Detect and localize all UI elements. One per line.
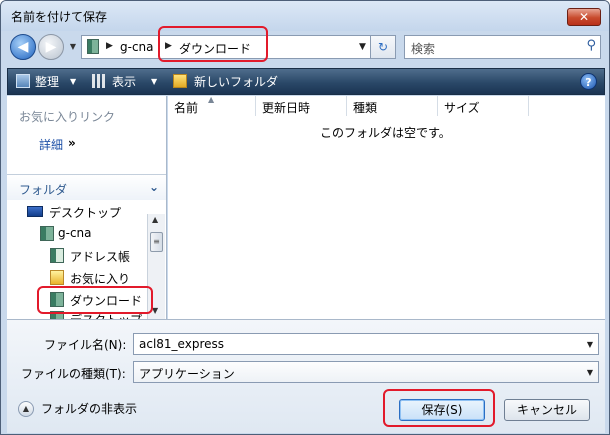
save-button[interactable]: 保存(S) xyxy=(399,399,485,421)
navigation-pane: お気に入りリンク 詳細 » フォルダ ⌄ デスクトップ g-cna アドレス帳 … xyxy=(7,96,167,319)
refresh-button[interactable]: ↻ xyxy=(370,35,396,59)
filename-label: ファイル名(N): xyxy=(44,338,127,352)
save-options-panel: ファイル名(N): acl81_express ▼ ファイルの種類(T): アプ… xyxy=(7,319,605,433)
new-folder-button[interactable]: 新しいフォルダ xyxy=(194,73,278,90)
tree-item-label: アドレス帳 xyxy=(70,250,131,264)
back-button[interactable]: ◀ xyxy=(10,34,36,60)
tree-item-downloads[interactable]: ダウンロード xyxy=(7,290,147,310)
folder-icon xyxy=(87,39,99,54)
column-header-date-modified[interactable]: 更新日時 xyxy=(256,96,347,116)
scroll-thumb[interactable]: ≡ xyxy=(150,232,163,252)
collapse-up-icon[interactable]: ▲ xyxy=(18,401,34,417)
downloads-folder-icon xyxy=(50,292,64,307)
desktop-folder-icon xyxy=(50,311,64,319)
column-header-type[interactable]: 種類 xyxy=(347,96,438,116)
tree-item-favorites[interactable]: お気に入り xyxy=(7,268,147,288)
breadcrumb-root[interactable]: g-cna xyxy=(120,40,154,54)
address-bar[interactable]: ▶ g-cna ▶ ダウンロード ▼ xyxy=(81,35,396,59)
column-label: 種類 xyxy=(353,101,378,115)
chevron-down-icon[interactable]: ▼ xyxy=(151,77,157,86)
filetype-select[interactable]: アプリケーション ▼ xyxy=(133,361,599,383)
chevron-down-icon: ▼ xyxy=(69,42,77,51)
filename-value: acl81_express xyxy=(139,337,225,351)
folders-header[interactable]: フォルダ ⌄ xyxy=(7,174,166,200)
chevron-down-icon[interactable]: ⌄ xyxy=(149,180,159,194)
views-menu[interactable]: 表示 xyxy=(112,73,136,90)
folder-icon xyxy=(40,226,54,241)
filename-input[interactable]: acl81_express ▼ xyxy=(133,333,599,355)
search-icon[interactable]: ⚲ xyxy=(586,38,596,53)
arrow-left-icon: ◀ xyxy=(17,39,29,55)
chevron-down-icon[interactable]: ▼ xyxy=(70,77,76,86)
column-header-size[interactable]: サイズ xyxy=(438,96,529,116)
favorite-links-heading: お気に入りリンク xyxy=(19,110,116,124)
recent-pages-dropdown[interactable]: ▼ xyxy=(67,39,79,55)
column-label: 名前 xyxy=(174,101,199,115)
organize-icon xyxy=(16,74,30,88)
sort-ascending-icon: ▲ xyxy=(208,95,215,104)
tree-scrollbar[interactable]: ▲ ≡ ▼ xyxy=(147,214,165,319)
refresh-icon: ↻ xyxy=(377,40,389,54)
chevron-down-icon[interactable]: ▼ xyxy=(587,340,593,349)
column-header-name[interactable]: 名前 ▲ xyxy=(168,95,256,116)
close-button[interactable]: ✕ xyxy=(567,8,601,26)
favorites-folder-icon xyxy=(50,270,64,285)
details-link[interactable]: 詳細 xyxy=(39,136,63,153)
chevron-down-icon[interactable]: ▼ xyxy=(587,368,593,377)
scroll-up-icon[interactable]: ▲ xyxy=(152,215,158,224)
column-label: サイズ xyxy=(444,101,480,115)
cancel-button[interactable]: キャンセル xyxy=(504,399,590,421)
forward-button[interactable]: ▶ xyxy=(38,34,64,60)
contacts-icon xyxy=(50,248,64,263)
tree-item-desktop-folder[interactable]: デスクトップ xyxy=(7,309,147,319)
scroll-down-icon[interactable]: ▼ xyxy=(152,306,158,315)
search-box[interactable]: 検索 ⚲ xyxy=(404,35,601,59)
command-toolbar: 整理 ▼ 表示 ▼ 新しいフォルダ ? xyxy=(7,68,605,95)
views-icon xyxy=(92,74,106,88)
dialog-title: 名前を付けて保存 xyxy=(11,10,108,24)
filetype-label: ファイルの種類(T): xyxy=(21,367,126,381)
title-bar: 名前を付けて保存 ✕ xyxy=(1,1,609,31)
breadcrumb-arrow-icon[interactable]: ▶ xyxy=(165,41,172,51)
filetype-value: アプリケーション xyxy=(139,367,235,381)
breadcrumb-arrow-icon[interactable]: ▶ xyxy=(106,41,113,51)
save-as-dialog: 名前を付けて保存 ✕ ◀ ▶ ▼ ▶ g-cna ▶ ダウンロード ▼ ↻ 検索… xyxy=(0,0,610,435)
tree-item-label: g-cna xyxy=(58,226,92,240)
new-folder-icon xyxy=(173,74,187,88)
organize-menu[interactable]: 整理 xyxy=(35,73,59,90)
search-placeholder: 検索 xyxy=(411,42,436,56)
file-list[interactable]: 名前 ▲ 更新日時 種類 サイズ このフォルダは空です。 xyxy=(168,95,605,319)
desktop-icon xyxy=(27,206,43,217)
empty-folder-message: このフォルダは空です。 xyxy=(320,126,451,140)
tree-item-label: デスクトップ xyxy=(70,311,142,319)
tree-item-desktop[interactable]: デスクトップ xyxy=(7,202,147,222)
tree-item-label: ダウンロード xyxy=(70,294,143,308)
arrow-right-icon: ▶ xyxy=(45,39,57,55)
tree-item-label: お気に入り xyxy=(70,272,131,286)
folders-heading: フォルダ xyxy=(19,183,68,197)
help-icon[interactable]: ? xyxy=(580,73,597,90)
tree-item-label: デスクトップ xyxy=(49,206,122,220)
tree-item-contacts[interactable]: アドレス帳 xyxy=(7,246,147,266)
double-chevron-icon[interactable]: » xyxy=(68,136,76,150)
address-dropdown-icon[interactable]: ▼ xyxy=(359,42,366,52)
tree-item-g-cna[interactable]: g-cna xyxy=(7,224,147,244)
column-label: 更新日時 xyxy=(262,101,311,115)
hide-folders-toggle[interactable]: フォルダの非表示 xyxy=(41,400,137,417)
breadcrumb-current-folder[interactable]: ダウンロード xyxy=(179,40,251,57)
